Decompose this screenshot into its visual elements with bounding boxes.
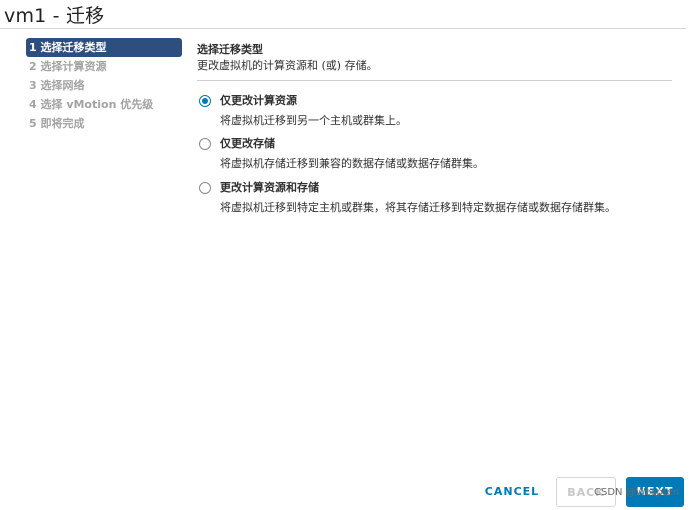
step-content-header: 选择迁移类型 更改虚拟机的计算资源和 (或) 存储。 — [197, 43, 673, 81]
step-select-migration-type[interactable]: 1 选择迁移类型 — [26, 38, 182, 57]
radio-button[interactable] — [199, 138, 211, 150]
option-description: 将虚拟机迁移到另一个主机或群集上。 — [220, 114, 407, 127]
option-description: 将虚拟机迁移到特定主机或群集，将其存储迁移到特定数据存储或数据存储群集。 — [220, 201, 616, 214]
option-label[interactable]: 更改计算资源和存储 — [220, 181, 319, 195]
step-description: 更改虚拟机的计算资源和 (或) 存储。 — [197, 59, 378, 72]
step-select-network: 3 选择网络 — [29, 79, 85, 92]
cancel-button[interactable]: CANCEL — [482, 477, 542, 507]
dialog-title: vm1 - 迁移 — [4, 5, 105, 27]
title-divider — [0, 28, 686, 29]
content-divider — [197, 80, 672, 81]
step-select-compute-resource: 2 选择计算资源 — [29, 60, 107, 73]
option-label[interactable]: 仅更改计算资源 — [220, 94, 297, 108]
step-heading: 选择迁移类型 — [197, 43, 263, 56]
radio-button[interactable] — [199, 182, 211, 194]
option-label[interactable]: 仅更改存储 — [220, 137, 275, 151]
step-select-vmotion-priority: 4 选择 vMotion 优先级 — [29, 98, 154, 111]
option-description: 将虚拟机存储迁移到兼容的数据存储或数据存储群集。 — [220, 157, 484, 170]
wizard-steps: 1 选择迁移类型 2 选择计算资源 3 选择网络 4 选择 vMotion 优先… — [26, 38, 182, 133]
radio-button-selected[interactable] — [199, 95, 211, 107]
step-ready-to-complete: 5 即将完成 — [29, 117, 85, 130]
watermark-text: CSDN @Wespten — [594, 487, 680, 498]
